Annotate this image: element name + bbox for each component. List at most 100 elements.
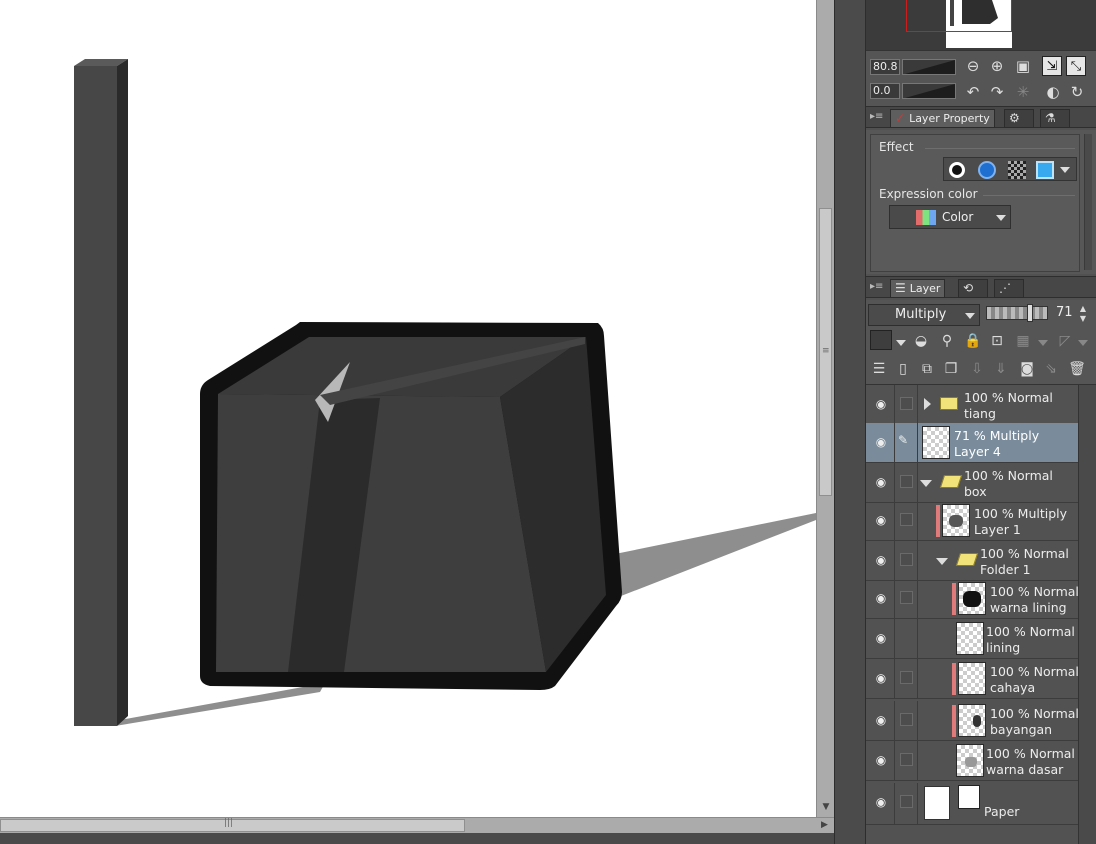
layer-row[interactable]: ◉ Paper xyxy=(866,783,1078,825)
layer-row[interactable]: ◉ 100 % Normal warna dasar xyxy=(866,741,1078,781)
eye-icon[interactable]: ◉ xyxy=(874,591,888,605)
collapse-icon[interactable] xyxy=(920,480,932,487)
rotate-value[interactable]: 0.0 xyxy=(870,83,900,99)
eye-icon[interactable]: ◉ xyxy=(874,753,888,767)
eye-icon[interactable]: ◉ xyxy=(874,671,888,685)
layer-lock-toggle[interactable] xyxy=(900,591,913,604)
eye-icon[interactable]: ◉ xyxy=(874,795,888,809)
scroll-down-icon[interactable]: ▼ xyxy=(820,801,832,813)
transfer-down-icon[interactable]: ⇩ xyxy=(966,358,988,380)
chevron-down-icon[interactable] xyxy=(1078,340,1088,346)
layer-row[interactable]: ◉ 100 % Normal bayangan xyxy=(866,701,1079,741)
new-raster-layer-icon[interactable]: ▯ xyxy=(892,358,914,380)
layer-color-swatch-icon[interactable] xyxy=(870,330,892,350)
border-effect-icon[interactable] xyxy=(948,161,966,179)
layer-mask-icon[interactable]: ◙ xyxy=(1016,358,1038,380)
layer-thumbnail xyxy=(956,622,984,655)
new-vector-layer-icon[interactable]: ⧉ xyxy=(916,358,938,380)
horizontal-scrollbar[interactable]: ||| ▶ xyxy=(0,817,834,833)
expand-icon[interactable] xyxy=(924,398,931,410)
drawing-canvas[interactable] xyxy=(0,0,816,817)
layer-menu-icon[interactable]: ☰ xyxy=(868,358,890,380)
lock-icon[interactable]: 🔒 xyxy=(962,330,984,352)
layer-color-icon[interactable] xyxy=(1036,161,1054,179)
eye-icon[interactable]: ◉ xyxy=(874,435,888,449)
rotate-reset-icon[interactable]: ↻ xyxy=(1066,81,1088,103)
pole-side xyxy=(117,59,128,726)
tab-search-layer[interactable]: ⋰ xyxy=(994,279,1024,298)
status-bar xyxy=(0,833,866,844)
eye-icon[interactable]: ◉ xyxy=(874,713,888,727)
layer-list-scrollbar[interactable] xyxy=(1078,385,1096,844)
layer-row[interactable]: ◉ 100 % Normal warna lining xyxy=(866,579,1079,619)
zoom-slider[interactable] xyxy=(902,59,956,75)
layer-row[interactable]: ◉ 100 % Normal cahaya xyxy=(866,659,1079,699)
layer-lock-toggle[interactable] xyxy=(900,553,913,566)
navigator-view-frame[interactable] xyxy=(906,0,1012,32)
eye-icon[interactable]: ◉ xyxy=(874,631,888,645)
eye-icon[interactable]: ◉ xyxy=(874,513,888,527)
blend-mode-dropdown[interactable]: Multiply xyxy=(868,304,980,326)
layer-row[interactable]: ◉ 100 % Normal Folder 1 xyxy=(866,541,1078,581)
collapse-icon[interactable] xyxy=(936,558,948,565)
chevron-down-icon[interactable] xyxy=(896,340,906,346)
mirror-icon[interactable]: ◐ xyxy=(1042,81,1064,103)
ruler-icon[interactable]: ◸ xyxy=(1054,330,1076,352)
fit-window-icon[interactable]: ▣ xyxy=(1012,55,1034,77)
tone-effect-icon[interactable] xyxy=(978,161,996,179)
scroll-right-icon[interactable]: ▶ xyxy=(818,819,831,832)
layer-lock-toggle[interactable] xyxy=(900,513,913,526)
layer-lock-toggle[interactable] xyxy=(900,397,913,410)
layer-row-selected[interactable]: ◉ ✎ 71 % Multiply Layer 4 xyxy=(866,423,1078,463)
property-scrollbar[interactable] xyxy=(1084,134,1092,270)
layer-lock-toggle[interactable] xyxy=(900,713,913,726)
halftone-icon[interactable] xyxy=(1008,161,1026,179)
tab-layer[interactable]: ☰ Layer xyxy=(890,279,946,298)
rotate-slider[interactable] xyxy=(902,83,956,99)
vertical-scrollbar[interactable]: ≡ ▼ xyxy=(816,0,834,817)
flip-horizontal-icon[interactable]: ⇲ xyxy=(1042,56,1062,76)
opacity-spinner[interactable]: ▲ ▼ xyxy=(1077,304,1089,324)
tab-tool-property[interactable]: ⚙ xyxy=(1004,109,1034,128)
layer-row[interactable]: ◉ 100 % Multiply Layer 1 xyxy=(866,501,1078,541)
expression-color-dropdown[interactable]: Color xyxy=(889,205,1011,229)
layer-lock-toggle[interactable] xyxy=(900,795,913,808)
chevron-down-icon[interactable] xyxy=(1038,340,1048,346)
opacity-value[interactable]: 71 xyxy=(1056,305,1073,320)
layer-lock-toggle[interactable] xyxy=(900,753,913,766)
tab-sub-tool[interactable]: ⚗ xyxy=(1040,109,1070,128)
rotate-left-icon[interactable]: ↶ xyxy=(962,81,984,103)
eye-icon[interactable]: ◉ xyxy=(874,553,888,567)
apply-mask-icon[interactable]: ⇘ xyxy=(1040,358,1062,380)
flip-vertical-icon[interactable]: ⤡ xyxy=(1066,56,1086,76)
zoom-in-icon[interactable]: ⊕ xyxy=(986,55,1008,77)
reference-layer-icon[interactable]: ◒ xyxy=(910,330,932,352)
chevron-down-icon[interactable] xyxy=(1060,167,1070,173)
layer-lock-toggle[interactable] xyxy=(900,475,913,488)
reset-rotation-icon[interactable]: ✳ xyxy=(1012,81,1034,103)
panel-menu-icon[interactable]: ▸≡ xyxy=(870,280,884,294)
zoom-out-icon[interactable]: ⊖ xyxy=(962,55,984,77)
clip-layer-icon[interactable]: ▦ xyxy=(1012,330,1034,352)
panel-divider[interactable] xyxy=(834,0,866,844)
zoom-value[interactable]: 80.8 xyxy=(870,59,900,75)
new-folder-icon[interactable]: ❐ xyxy=(940,358,962,380)
draft-layer-icon[interactable]: ⚲ xyxy=(936,330,958,352)
rotate-right-icon[interactable]: ↷ xyxy=(986,81,1008,103)
navigator-preview[interactable] xyxy=(866,0,1096,50)
opacity-slider-knob[interactable] xyxy=(1027,304,1033,322)
tab-layer-property[interactable]: ✓ Layer Property xyxy=(890,109,995,128)
layer-lock-toggle[interactable] xyxy=(900,671,913,684)
merge-down-icon[interactable]: ⇓ xyxy=(990,358,1012,380)
tab-history[interactable]: ⟲ xyxy=(958,279,988,298)
layer-row[interactable]: ◉ 100 % Normal box xyxy=(866,463,1078,503)
opacity-slider[interactable] xyxy=(986,304,1048,322)
layer-row[interactable]: ◉ 100 % Normal tiang xyxy=(866,385,1078,425)
trash-icon[interactable]: 🗑 xyxy=(1066,358,1088,380)
eye-icon[interactable]: ◉ xyxy=(874,475,888,489)
layer-row[interactable]: ◉ 100 % Normal lining xyxy=(866,619,1078,659)
lock-transparency-icon[interactable]: ⊡ xyxy=(986,330,1008,352)
layer-blend-info: 100 % Normal xyxy=(964,468,1053,483)
eye-icon[interactable]: ◉ xyxy=(874,397,888,411)
panel-menu-icon[interactable]: ▸≡ xyxy=(870,110,884,124)
